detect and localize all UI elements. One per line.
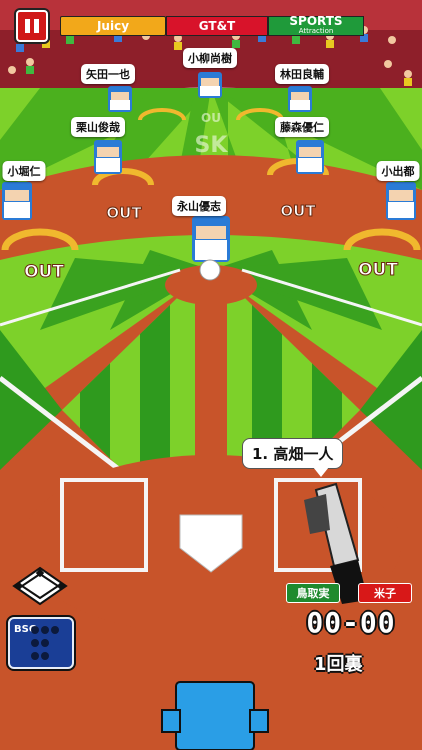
ad-gtt-text: GT&T <box>198 19 236 33</box>
catcher <box>161 681 269 750</box>
fielder-name-tag: 小堀仁 <box>2 161 46 181</box>
home-team-label: 米子 <box>358 583 412 603</box>
ad-banner-gtt: GT&T <box>166 16 268 36</box>
bso-indicator-icon <box>31 626 59 660</box>
batter-name-label: 1. 高畑一人 <box>242 438 344 477</box>
ad-juicy-text: Juicy <box>96 19 130 33</box>
pitcher-name-tag: 永山優志 <box>172 196 226 216</box>
score-display: 00-00 <box>306 606 396 639</box>
ad-sports-text: SPORTS <box>289 14 343 28</box>
svg-text:SK: SK <box>195 133 229 158</box>
out-label: OUT <box>24 262 64 282</box>
ad-banner-juicy: Juicy <box>60 16 166 36</box>
bso-button[interactable]: BSO <box>8 617 74 669</box>
fielder-name-tag: 小出都 <box>376 161 420 181</box>
base-diamond-icon[interactable] <box>12 566 68 606</box>
pause-icon <box>34 19 39 33</box>
fielder-name-tag: 矢田一也 <box>81 64 135 84</box>
out-label: OUT <box>280 202 316 220</box>
fielder-name-tag: 藤森優仁 <box>275 117 329 137</box>
inning-display: 1回裏 <box>314 654 363 675</box>
bso-label: BSO <box>14 624 38 635</box>
pitcher <box>192 216 230 262</box>
baseball <box>199 259 221 281</box>
away-team-label: 鳥取実 <box>286 583 340 603</box>
fielder-name-tag: 小柳尚樹 <box>183 48 237 68</box>
out-label: OUT <box>358 260 398 280</box>
pause-icon <box>25 19 30 33</box>
fielder-name-tag: 林田良輔 <box>275 64 329 84</box>
ad-banner-sports: SPORTS Attraction <box>268 14 364 36</box>
out-label: OUT <box>106 204 142 222</box>
ad-sports-subtext: Attraction <box>298 27 334 35</box>
pause-button[interactable] <box>16 10 48 42</box>
fielder-name-tag: 栗山俊哉 <box>71 117 125 137</box>
game-screen[interactable]: SK OU OUT OUT OUT OUT Juicy GT&T SPORTS … <box>0 0 422 750</box>
svg-text:OU: OU <box>201 111 221 125</box>
